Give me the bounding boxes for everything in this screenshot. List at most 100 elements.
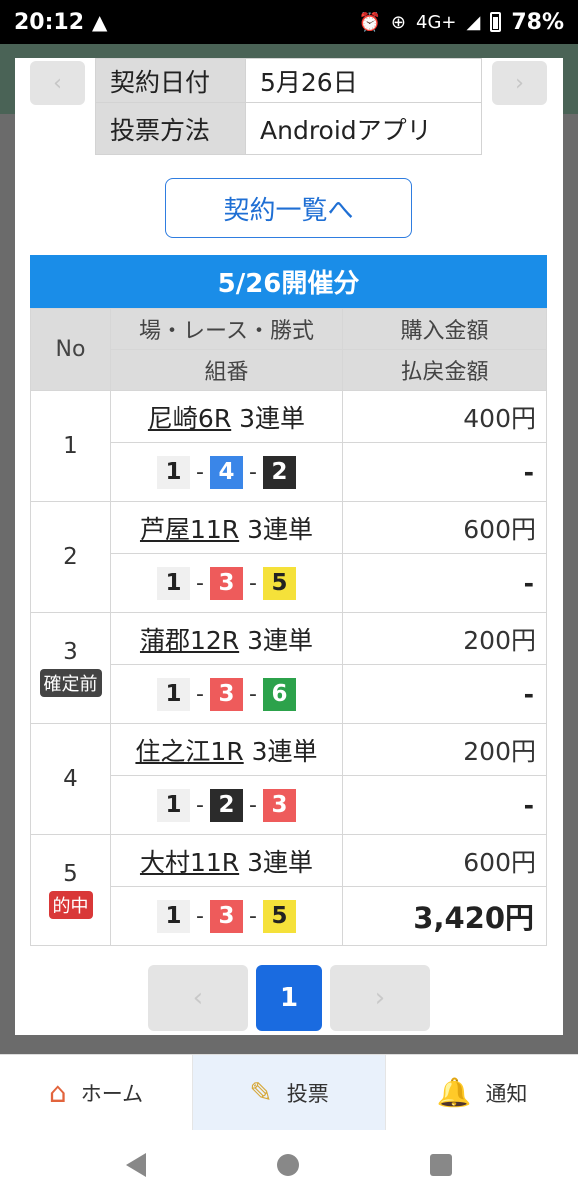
combo-cell: 1-3-6 <box>110 664 343 724</box>
contract-date-value: 5月26日 <box>245 58 482 103</box>
payout-amount: 3,420円 <box>342 886 547 946</box>
combo-cell: 1-4-2 <box>110 442 343 502</box>
table-row: 4 住之江1R 3連単 200円 <box>30 723 547 835</box>
boat-number: 1 <box>157 677 191 711</box>
combo: 1-3-5 <box>157 899 296 933</box>
bet-type: 3連単 <box>247 847 314 877</box>
boat-number: 5 <box>262 566 296 600</box>
tab-vote[interactable]: ✎ 投票 <box>193 1055 386 1130</box>
status-icons: ⏰ ⊕ 4G+ ◢ 78% <box>358 10 564 35</box>
combo-separator: - <box>196 681 204 707</box>
vote-method-value: Androidアプリ <box>245 102 482 155</box>
header-combo: 組番 <box>110 349 343 391</box>
battery-icon <box>490 12 502 32</box>
purchase-amount: 400円 <box>342 390 547 443</box>
payout-amount: - <box>342 775 547 835</box>
combo-cell: 1-2-3 <box>110 775 343 835</box>
boat-number: 6 <box>262 677 296 711</box>
race-link[interactable]: 芦屋11R <box>140 515 239 544</box>
boat-number: 3 <box>262 788 296 822</box>
combo-separator: - <box>249 681 257 707</box>
section-title: 5/26開催分 <box>30 255 547 308</box>
bet-type: 3連単 <box>251 736 318 766</box>
back-icon[interactable] <box>125 1153 146 1177</box>
race-cell: 芦屋11R 3連単 <box>110 501 343 554</box>
network-type: 4G+ <box>416 11 457 33</box>
purchase-amount: 600円 <box>342 501 547 554</box>
combo-cell: 1-3-5 <box>110 553 343 613</box>
race-link[interactable]: 住之江1R <box>135 737 243 766</box>
payout-amount: - <box>342 553 547 613</box>
race-cell: 蒲郡12R 3連単 <box>110 612 343 665</box>
prev-contract-button[interactable]: ‹ <box>30 61 85 105</box>
contract-list-button[interactable]: 契約一覧へ <box>165 178 412 238</box>
bet-type: 3連単 <box>247 514 314 544</box>
race-link[interactable]: 尼崎6R <box>148 404 231 433</box>
boat-number: 4 <box>210 455 243 489</box>
combo-separator: - <box>196 792 204 818</box>
battery-level: 78% <box>511 9 564 35</box>
status-bar: 20:12 ▲ ⏰ ⊕ 4G+ ◢ 78% <box>0 0 578 44</box>
page-next-button[interactable]: › <box>330 965 430 1031</box>
boat-number: 1 <box>157 455 191 489</box>
boat-number: 1 <box>157 788 191 822</box>
boat-number: 3 <box>210 899 243 933</box>
boat-number: 5 <box>262 899 296 933</box>
contract-detail-modal: ‹ › 契約日付 5月26日 投票方法 Androidアプリ 契約一覧へ 5/2… <box>15 58 563 1035</box>
combo-separator: - <box>249 903 257 929</box>
tab-notify[interactable]: 🔔 通知 <box>386 1055 578 1130</box>
hit-badge: 的中 <box>48 891 93 919</box>
contract-date-label: 契約日付 <box>95 58 246 103</box>
recents-icon[interactable] <box>430 1154 453 1176</box>
combo-separator: - <box>249 792 257 818</box>
row-number: 4 <box>63 766 78 792</box>
chevron-left-icon: ‹ <box>53 70 62 96</box>
boat-number: 1 <box>157 899 191 933</box>
status-time: 20:12 <box>14 9 85 35</box>
boat-number: 2 <box>210 788 243 822</box>
pending-badge: 確定前 <box>39 669 102 697</box>
race-link[interactable]: 蒲郡12R <box>140 626 239 655</box>
combo-separator: - <box>249 570 257 596</box>
purchase-amount: 600円 <box>342 834 547 887</box>
table-row: 5 的中 大村11R 3連単 600円 <box>30 834 547 946</box>
table-header-row: No 場・レース・勝式 購入金額 <box>30 308 547 391</box>
combo: 1-2-3 <box>157 788 296 822</box>
table-row: 3 確定前 蒲郡12R 3連単 200円 <box>30 612 547 724</box>
data-saver-icon: ⊕ <box>390 11 406 33</box>
page-current-button[interactable]: 1 <box>256 965 322 1031</box>
row-no: 5 的中 <box>30 834 111 946</box>
home-icon: ⌂ <box>48 1076 67 1109</box>
race-cell: 尼崎6R 3連単 <box>110 390 343 443</box>
race-cell: 大村11R 3連単 <box>110 834 343 887</box>
system-navigation-bar <box>0 1130 578 1200</box>
payout-amount: - <box>342 442 547 502</box>
tab-home[interactable]: ⌂ ホーム <box>0 1055 193 1130</box>
boat-number: 3 <box>210 677 243 711</box>
signal-icon: ◢ <box>466 11 481 33</box>
pagination: ‹ 1 › <box>15 965 563 1031</box>
purchase-amount: 200円 <box>342 723 547 776</box>
bet-type: 3連単 <box>247 625 314 655</box>
header-amount: 購入金額 <box>342 308 547 350</box>
combo-separator: - <box>196 570 204 596</box>
bottom-tab-bar: ⌂ ホーム ✎ 投票 🔔 通知 <box>0 1054 578 1130</box>
page-prev-button[interactable]: ‹ <box>148 965 248 1031</box>
header-race: 場・レース・勝式 <box>110 308 343 350</box>
table-row: 2 芦屋11R 3連単 600円 <box>30 501 547 613</box>
race-link[interactable]: 大村11R <box>140 848 239 877</box>
combo: 1-4-2 <box>157 455 296 489</box>
home-circle-icon[interactable] <box>276 1154 299 1176</box>
row-no: 2 <box>30 501 111 613</box>
row-number: 1 <box>63 433 78 459</box>
tab-notify-label: 通知 <box>485 1081 528 1106</box>
combo: 1-3-5 <box>157 566 296 600</box>
row-no: 3 確定前 <box>30 612 111 724</box>
boat-number: 2 <box>262 455 296 489</box>
chevron-right-icon: › <box>515 70 524 96</box>
vote-method-label: 投票方法 <box>95 102 246 155</box>
vote-method-row: 投票方法 Androidアプリ <box>95 102 482 155</box>
next-contract-button[interactable]: › <box>492 61 547 105</box>
race-cell: 住之江1R 3連単 <box>110 723 343 776</box>
combo: 1-3-6 <box>157 677 296 711</box>
